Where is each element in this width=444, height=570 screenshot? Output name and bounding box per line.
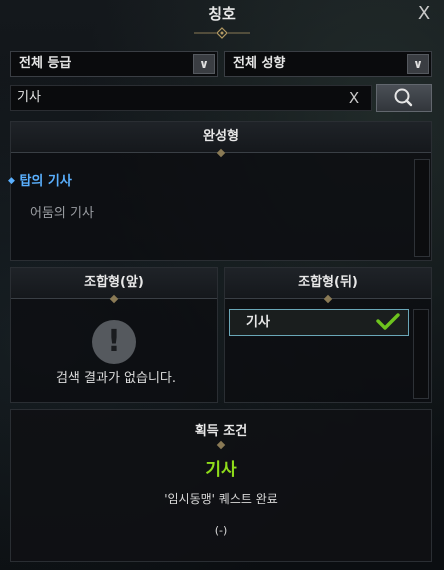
complete-header-label: 완성형: [203, 129, 239, 144]
header-notch-icon: [323, 294, 333, 304]
back-header-label: 조합형(뒤): [298, 275, 358, 290]
acquire-condition: '임시동맹' 퀘스트 완료: [164, 492, 278, 506]
grade-dropdown[interactable]: 전체 등급 ∨: [10, 51, 218, 77]
list-item[interactable]: 어둠의 기사: [30, 202, 94, 221]
selected-diamond-icon: ◆: [8, 176, 15, 186]
list-item[interactable]: ◆ 탑의 기사: [8, 170, 72, 189]
close-icon[interactable]: X: [414, 4, 434, 24]
tendency-dropdown-value: 전체 성향: [233, 56, 286, 71]
list-item[interactable]: 기사: [229, 309, 409, 336]
empty-result-text: 검색 결과가 없습니다.: [55, 371, 177, 386]
tendency-dropdown[interactable]: 전체 성향 ∨: [224, 51, 432, 77]
complete-section: 완성형: [10, 121, 432, 261]
front-header-label: 조합형(앞): [84, 275, 144, 290]
acquire-header: 획득 조건: [11, 410, 431, 450]
check-icon: [376, 313, 400, 330]
search-icon: [394, 88, 413, 107]
list-item-label: 탑의 기사: [19, 174, 72, 189]
back-header: 조합형(뒤): [225, 268, 431, 304]
window-title-text: 칭호: [208, 5, 236, 23]
header-notch-icon: [216, 440, 226, 450]
title-ornament-icon: [194, 27, 250, 39]
header-notch-icon: [109, 294, 119, 304]
acquire-title-name: 기사: [205, 460, 237, 480]
search-input-value: 기사: [17, 90, 41, 105]
window-title: 칭호: [0, 0, 444, 40]
search-input[interactable]: 기사 X: [10, 85, 372, 111]
acquire-count: (-): [214, 524, 228, 537]
front-header: 조합형(앞): [11, 268, 217, 304]
grade-dropdown-value: 전체 등급: [19, 56, 72, 71]
back-scrollbar[interactable]: [413, 309, 429, 399]
chevron-down-icon[interactable]: ∨: [407, 54, 429, 74]
search-button[interactable]: [376, 84, 432, 112]
clear-search-icon[interactable]: X: [345, 86, 363, 110]
list-item-label: 어둠의 기사: [30, 206, 94, 221]
complete-header: 완성형: [11, 122, 431, 158]
acquire-header-label: 획득 조건: [194, 424, 248, 439]
header-notch-icon: [216, 148, 226, 158]
complete-scrollbar[interactable]: [414, 159, 430, 257]
exclamation-icon: !: [92, 320, 136, 364]
list-item-label: 기사: [246, 315, 270, 330]
acquire-section: 획득 조건: [10, 409, 432, 562]
chevron-down-icon[interactable]: ∨: [193, 54, 215, 74]
